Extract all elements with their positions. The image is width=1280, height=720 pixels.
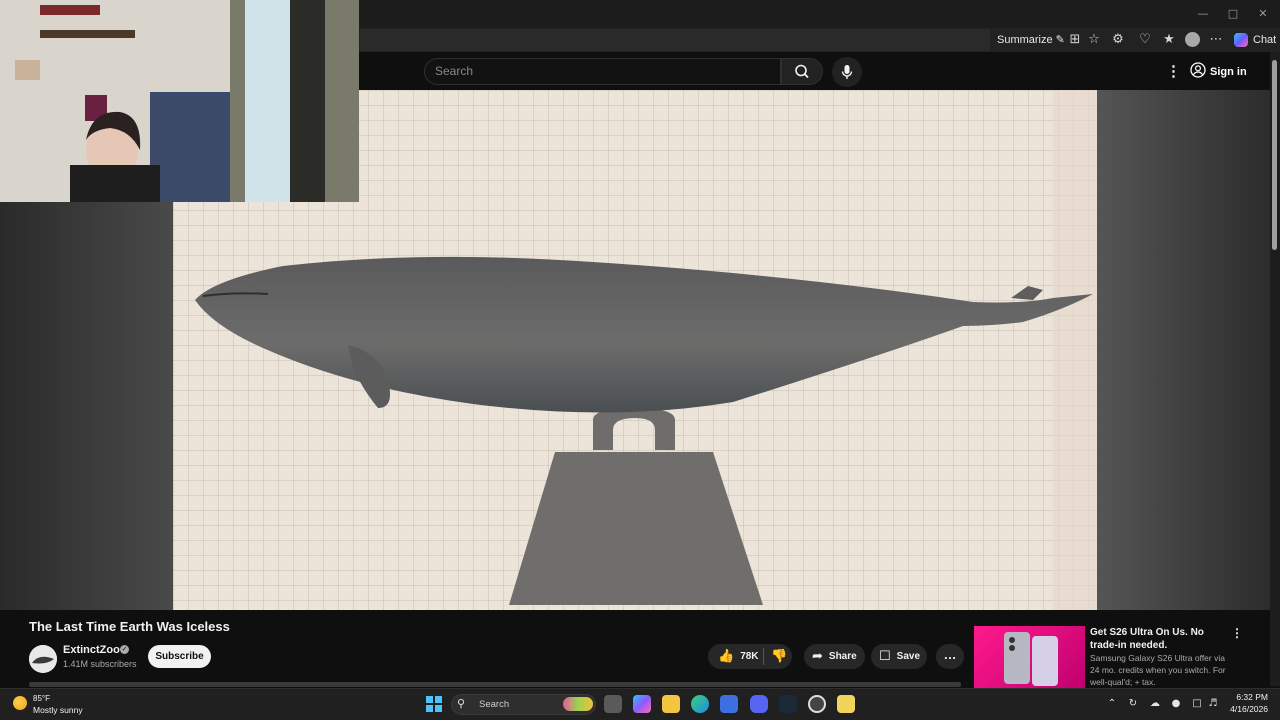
save-label: Save — [896, 651, 921, 662]
taskbar-clock[interactable]: 6:32 PM — [1228, 692, 1268, 702]
share-icon: ➦ — [812, 649, 823, 664]
dislike-button[interactable]: 👎 — [771, 644, 791, 669]
verified-badge-icon: ✓ — [120, 645, 129, 654]
sign-in-label: Sign in — [1210, 66, 1247, 78]
obs-studio-icon[interactable] — [808, 695, 826, 713]
microphone-icon — [841, 65, 853, 79]
maximize-button[interactable]: □ — [1218, 4, 1248, 24]
split-screen-icon[interactable]: ⊞ — [1066, 31, 1084, 49]
microsoft-store-icon[interactable] — [720, 695, 738, 713]
voice-search-button[interactable] — [832, 57, 862, 87]
settings-kebab-icon[interactable]: ⋮ — [1166, 62, 1181, 82]
minimize-button[interactable]: — — [1188, 4, 1218, 24]
address-bar[interactable] — [360, 29, 990, 51]
player-blur-right — [1096, 90, 1270, 610]
share-label: Share — [828, 651, 857, 662]
webcam-feed-image — [0, 0, 359, 202]
copilot-app-icon[interactable] — [633, 695, 651, 713]
thumbs-up-icon: 👍 — [718, 649, 735, 664]
like-count: 78K — [740, 651, 759, 662]
favorites-icon[interactable]: ★ — [1160, 31, 1178, 49]
copilot-chat-button[interactable]: Chat — [1234, 30, 1276, 50]
discord-icon[interactable] — [750, 695, 768, 713]
search-input[interactable]: Search — [424, 58, 781, 85]
weather-temperature[interactable]: 85°F — [33, 694, 50, 703]
channel-logo-icon — [29, 645, 57, 673]
windows-start-icon[interactable] — [426, 696, 442, 712]
notes-app-icon[interactable] — [837, 695, 855, 713]
more-actions-button[interactable]: … — [936, 644, 964, 669]
show-hidden-icons-chevron-icon[interactable]: ⌃ — [1106, 697, 1118, 711]
phone-product-image — [1004, 632, 1058, 686]
bookmark-icon: ☐ — [879, 649, 891, 664]
summarize-icon: ✎ — [1055, 33, 1065, 46]
save-button[interactable]: ☐ Save — [871, 644, 927, 669]
account-circle-icon — [1190, 62, 1206, 78]
volume-icon[interactable]: ♬ — [1207, 697, 1219, 711]
browser-essentials-icon[interactable]: ♡ — [1136, 31, 1154, 49]
favorite-star-icon[interactable]: ☆ — [1085, 31, 1103, 49]
taskbar-search-icon: ⚲ — [457, 697, 466, 710]
video-title: The Last Time Earth Was Iceless — [29, 619, 230, 634]
channel-avatar[interactable] — [29, 645, 57, 673]
settings-more-icon[interactable]: ⋯ — [1207, 31, 1225, 49]
copilot-icon — [1234, 33, 1248, 48]
sign-in-button[interactable]: Sign in — [1190, 62, 1247, 82]
task-view-icon[interactable] — [604, 695, 622, 713]
file-explorer-icon[interactable] — [662, 695, 680, 713]
ad-title[interactable]: Get S26 Ultra On Us. No trade-in needed. — [1090, 626, 1230, 652]
like-divider — [763, 648, 764, 665]
weather-condition[interactable]: Mostly sunny — [33, 705, 83, 715]
ad-description: Samsung Galaxy S26 Ultra offer via 24 mo… — [1090, 653, 1226, 687]
close-window-button[interactable]: ✕ — [1248, 4, 1278, 24]
search-button[interactable] — [781, 58, 823, 85]
microphone-tray-icon[interactable]: ● — [1170, 697, 1182, 711]
onedrive-cloud-icon[interactable]: ☁ — [1149, 697, 1161, 711]
subscriber-count: 1.41M subscribers — [63, 659, 137, 669]
subscribe-button[interactable]: Subscribe — [148, 645, 211, 668]
extensions-icon[interactable]: ⚙ — [1109, 31, 1127, 49]
summarize-button[interactable]: Summarize ✎ — [997, 30, 1065, 50]
edge-browser-icon[interactable] — [691, 695, 709, 713]
webcam-overlay — [0, 0, 359, 202]
scrollbar-thumb[interactable] — [1272, 60, 1277, 250]
share-button[interactable]: ➦ Share — [804, 644, 865, 669]
ad-thumbnail[interactable] — [974, 626, 1085, 688]
channel-name[interactable]: ExtinctZoo — [63, 644, 120, 656]
steam-icon[interactable] — [779, 695, 797, 713]
ad-menu-kebab-icon[interactable]: ⋮ — [1231, 626, 1243, 642]
sun-weather-icon[interactable] — [13, 696, 27, 710]
chat-label: Chat — [1253, 34, 1277, 46]
search-highlight-icon — [563, 697, 593, 711]
thumbs-down-icon: 👎 — [771, 649, 788, 664]
video-progress-bar[interactable] — [29, 682, 961, 687]
taskbar-date[interactable]: 4/16/2026 — [1222, 704, 1268, 714]
profile-avatar[interactable] — [1185, 32, 1200, 47]
sync-tray-icon[interactable]: ↻ — [1127, 697, 1139, 711]
search-icon — [795, 64, 809, 79]
summarize-label: Summarize — [997, 34, 1053, 46]
network-icon[interactable]: □ — [1191, 697, 1203, 711]
